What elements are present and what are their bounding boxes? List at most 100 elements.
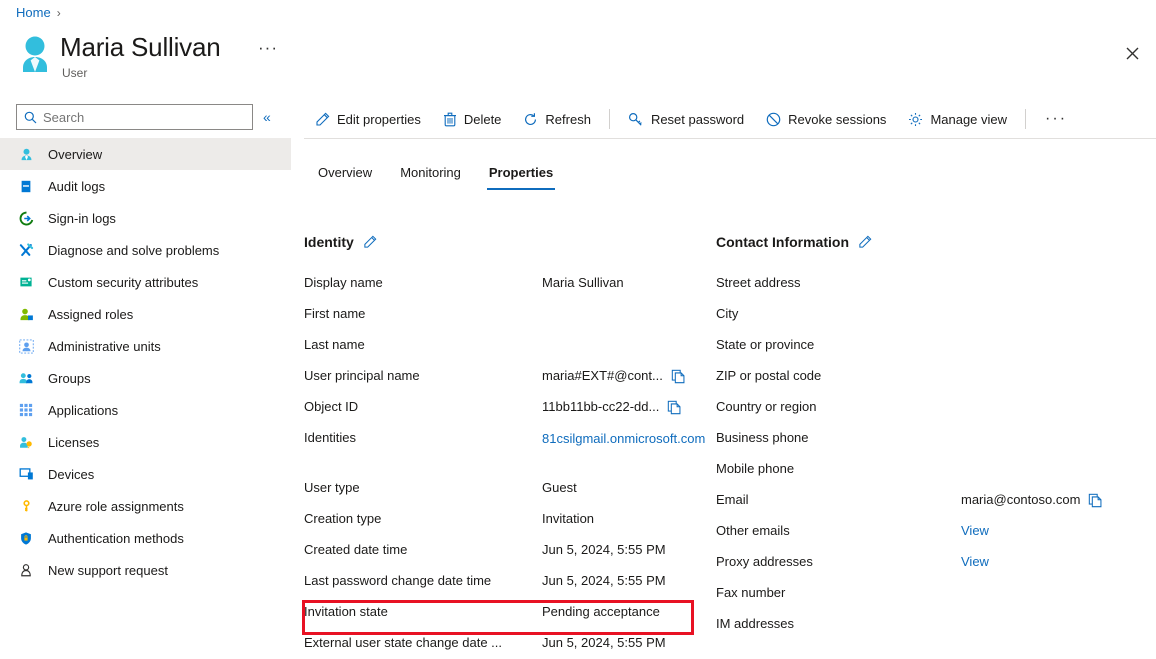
sidebar-item-label: Groups <box>48 371 91 386</box>
property-label: Mobile phone <box>716 461 961 476</box>
edit-contact-pencil-icon[interactable] <box>858 235 872 249</box>
tab-overview[interactable]: Overview <box>304 165 386 190</box>
property-row: Last name <box>304 337 704 368</box>
property-value[interactable]: View <box>961 554 989 569</box>
breadcrumb: Home › <box>16 5 61 20</box>
property-row: Mobile phone <box>716 461 1146 492</box>
sidebar-item-authentication-methods[interactable]: Authentication methods <box>0 522 291 554</box>
property-value: Pending acceptance <box>542 604 660 619</box>
sidebar-item-azure-role-assignments[interactable]: Azure role assignments <box>0 490 291 522</box>
applications-grid-icon <box>16 401 36 419</box>
property-label: Created date time <box>304 542 542 557</box>
sidebar-item-licenses[interactable]: Licenses <box>0 426 291 458</box>
manage-view-button[interactable]: Manage view <box>897 103 1018 135</box>
sidebar-item-overview[interactable]: Overview <box>0 138 291 170</box>
property-value-text: Pending acceptance <box>542 604 660 619</box>
property-value-text: Maria Sullivan <box>542 275 624 290</box>
groups-icon <box>16 369 36 387</box>
sidebar-item-new-support-request[interactable]: New support request <box>0 554 291 586</box>
property-label: State or province <box>716 337 961 352</box>
property-label: Street address <box>716 275 961 290</box>
property-row: Proxy addressesView <box>716 554 1146 585</box>
property-value[interactable]: 81csilgmail.onmicrosoft.com <box>542 430 690 448</box>
book-icon <box>16 177 36 195</box>
property-value: Maria Sullivan <box>542 275 624 290</box>
user-avatar-icon <box>14 32 56 76</box>
property-label: Business phone <box>716 430 961 445</box>
copy-icon[interactable] <box>1088 493 1103 508</box>
sidebar-item-sign-in-logs[interactable]: Sign-in logs <box>0 202 291 234</box>
sidebar-item-label: Sign-in logs <box>48 211 116 226</box>
property-label: Display name <box>304 275 542 290</box>
contact-property-list: Street address City State or province ZIP o… <box>716 275 1146 647</box>
refresh-button[interactable]: Refresh <box>512 103 602 135</box>
property-row: ZIP or postal code <box>716 368 1146 399</box>
wrench-icon <box>16 241 36 259</box>
title-overflow-button[interactable]: ··· <box>258 38 278 58</box>
toolbar-overflow-button[interactable]: ··· <box>1033 110 1079 128</box>
property-label: Creation type <box>304 511 542 526</box>
sidebar-item-assigned-roles[interactable]: Assigned roles <box>0 298 291 330</box>
property-value: Jun 5, 2024, 5:55 PM <box>542 573 666 588</box>
sidebar-item-label: Authentication methods <box>48 531 184 546</box>
sidebar-item-groups[interactable]: Groups <box>0 362 291 394</box>
identity-section-header: Identity <box>304 232 704 252</box>
property-row: Display nameMaria Sullivan <box>304 275 704 306</box>
property-row: State or province <box>716 337 1146 368</box>
sidebar-item-administrative-units[interactable]: Administrative units <box>0 330 291 362</box>
sidebar-item-label: Licenses <box>48 435 99 450</box>
tab-bar: OverviewMonitoringProperties <box>304 152 567 190</box>
property-label: City <box>716 306 961 321</box>
sidebar-item-devices[interactable]: Devices <box>0 458 291 490</box>
toolbar-divider <box>609 109 610 129</box>
delete-button[interactable]: Delete <box>432 103 513 135</box>
search-input[interactable] <box>37 109 227 126</box>
property-row: User principal namemaria#EXT#@cont... <box>304 368 704 399</box>
collapse-panel-icon[interactable]: « <box>263 110 271 124</box>
sidebar-item-diagnose-and-solve-problems[interactable]: Diagnose and solve problems <box>0 234 291 266</box>
toolbar-divider-2 <box>1025 109 1026 129</box>
shield-lock-icon <box>16 529 36 547</box>
copy-icon[interactable] <box>671 369 686 384</box>
property-label: Proxy addresses <box>716 554 961 569</box>
tab-monitoring[interactable]: Monitoring <box>386 165 475 190</box>
property-row: Object ID11bb11bb-cc22-dd... <box>304 399 704 430</box>
property-value-text: Jun 5, 2024, 5:55 PM <box>542 542 666 557</box>
sidebar: « OverviewAudit logs Sign-in logs Diagnose… <box>0 100 291 659</box>
trash-icon <box>443 112 457 127</box>
sidebar-item-audit-logs[interactable]: Audit logs <box>0 170 291 202</box>
reset-password-button[interactable]: Reset password <box>617 103 755 135</box>
chevron-right-icon: › <box>57 6 61 20</box>
key-icon <box>16 497 36 515</box>
sidebar-item-custom-security-attributes[interactable]: Custom security attributes <box>0 266 291 298</box>
breadcrumb-home-link[interactable]: Home <box>16 5 51 20</box>
licenses-icon <box>16 433 36 451</box>
sidebar-item-applications[interactable]: Applications <box>0 394 291 426</box>
property-value-text: Guest <box>542 480 577 495</box>
property-row: Country or region <box>716 399 1146 430</box>
property-value: 11bb11bb-cc22-dd... <box>542 399 682 415</box>
property-label: Object ID <box>304 399 542 414</box>
property-value: Jun 5, 2024, 5:55 PM <box>542 635 666 650</box>
property-label: Fax number <box>716 585 961 600</box>
tab-properties[interactable]: Properties <box>475 165 567 190</box>
edit-identity-pencil-icon[interactable] <box>363 235 377 249</box>
property-row: Other emailsView <box>716 523 1146 554</box>
property-label: IM addresses <box>716 616 961 631</box>
edit-properties-button[interactable]: Edit properties <box>304 103 432 135</box>
property-row: Identities81csilgmail.onmicrosoft.com <box>304 430 704 480</box>
property-row: First name <box>304 306 704 337</box>
revoke-sessions-label: Revoke sessions <box>788 112 886 127</box>
manage-view-label: Manage view <box>930 112 1007 127</box>
search-icon <box>24 111 37 124</box>
copy-icon[interactable] <box>667 400 682 415</box>
sidebar-item-label: Custom security attributes <box>48 275 198 290</box>
search-box[interactable] <box>16 104 253 130</box>
contact-heading: Contact Information <box>716 234 849 250</box>
revoke-sessions-button[interactable]: Revoke sessions <box>755 103 897 135</box>
page-header: Maria Sullivan User <box>14 32 221 80</box>
gear-icon <box>908 112 923 127</box>
property-value[interactable]: View <box>961 523 989 538</box>
property-label: ZIP or postal code <box>716 368 961 383</box>
property-value-text: Jun 5, 2024, 5:55 PM <box>542 573 666 588</box>
